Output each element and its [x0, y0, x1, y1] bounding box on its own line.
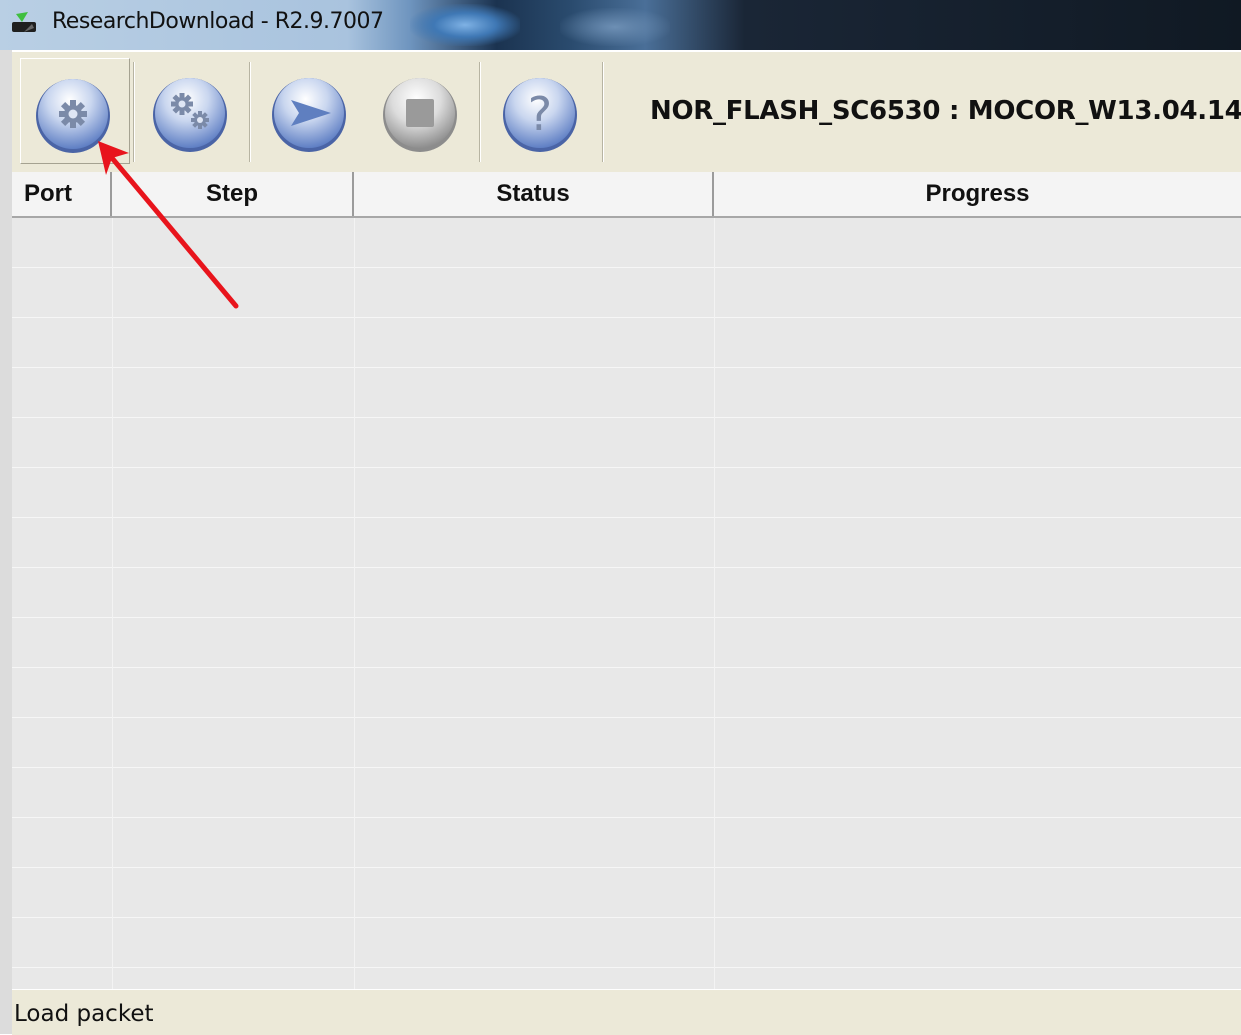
- toolbar-separator: [133, 62, 135, 162]
- download-app-icon: [12, 12, 36, 32]
- table-row: [12, 918, 1241, 968]
- start-download-button[interactable]: [255, 58, 365, 164]
- column-header-progress[interactable]: Progress: [714, 172, 1241, 216]
- column-divider: [112, 218, 113, 989]
- table-row: [12, 818, 1241, 868]
- table-row: [12, 768, 1241, 818]
- port-table[interactable]: Port Step Status Progress: [12, 172, 1241, 989]
- table-row: [12, 218, 1241, 268]
- titlebar-decoration: [560, 8, 670, 46]
- table-row: [12, 268, 1241, 318]
- stop-download-button[interactable]: [366, 58, 476, 164]
- titlebar-decoration: [410, 4, 520, 46]
- column-header-port[interactable]: Port: [12, 172, 112, 216]
- table-row: [12, 368, 1241, 418]
- table-row: [12, 518, 1241, 568]
- stop-square-icon: [383, 78, 457, 152]
- help-button[interactable]: ?: [486, 58, 596, 164]
- table-row: [12, 318, 1241, 368]
- table-row: [12, 668, 1241, 718]
- gear-icon: [36, 79, 110, 153]
- toolbar: ? NOR_FLASH_SC6530 : MOCOR_W13.04.14: [12, 50, 1241, 174]
- window-titlebar[interactable]: ResearchDownload - R2.9.7007: [0, 0, 1241, 50]
- column-header-step[interactable]: Step: [112, 172, 354, 216]
- table-row: [12, 618, 1241, 668]
- window-left-border: [0, 50, 12, 1034]
- status-bar: Load packet: [12, 989, 1241, 1035]
- toolbar-separator: [479, 62, 481, 162]
- column-divider: [714, 218, 715, 989]
- column-header-status[interactable]: Status: [354, 172, 714, 216]
- table-row: [12, 418, 1241, 468]
- play-arrow-icon: [272, 78, 346, 152]
- table-body: [12, 218, 1241, 989]
- question-mark-icon: ?: [503, 78, 577, 152]
- table-row: [12, 468, 1241, 518]
- status-text: Load packet: [14, 1001, 154, 1027]
- table-row: [12, 568, 1241, 618]
- window-title: ResearchDownload - R2.9.7007: [52, 9, 384, 34]
- firmware-version-label: NOR_FLASH_SC6530 : MOCOR_W13.04.14: [650, 96, 1241, 126]
- column-divider: [354, 218, 355, 989]
- toolbar-separator: [602, 62, 604, 162]
- table-row: [12, 868, 1241, 918]
- load-packet-button[interactable]: [20, 58, 130, 164]
- svg-text:?: ?: [528, 87, 552, 141]
- table-row: [12, 718, 1241, 768]
- gears-icon: [153, 78, 227, 152]
- toolbar-separator: [249, 62, 251, 162]
- table-header: Port Step Status Progress: [12, 172, 1241, 218]
- settings-button[interactable]: [136, 58, 246, 164]
